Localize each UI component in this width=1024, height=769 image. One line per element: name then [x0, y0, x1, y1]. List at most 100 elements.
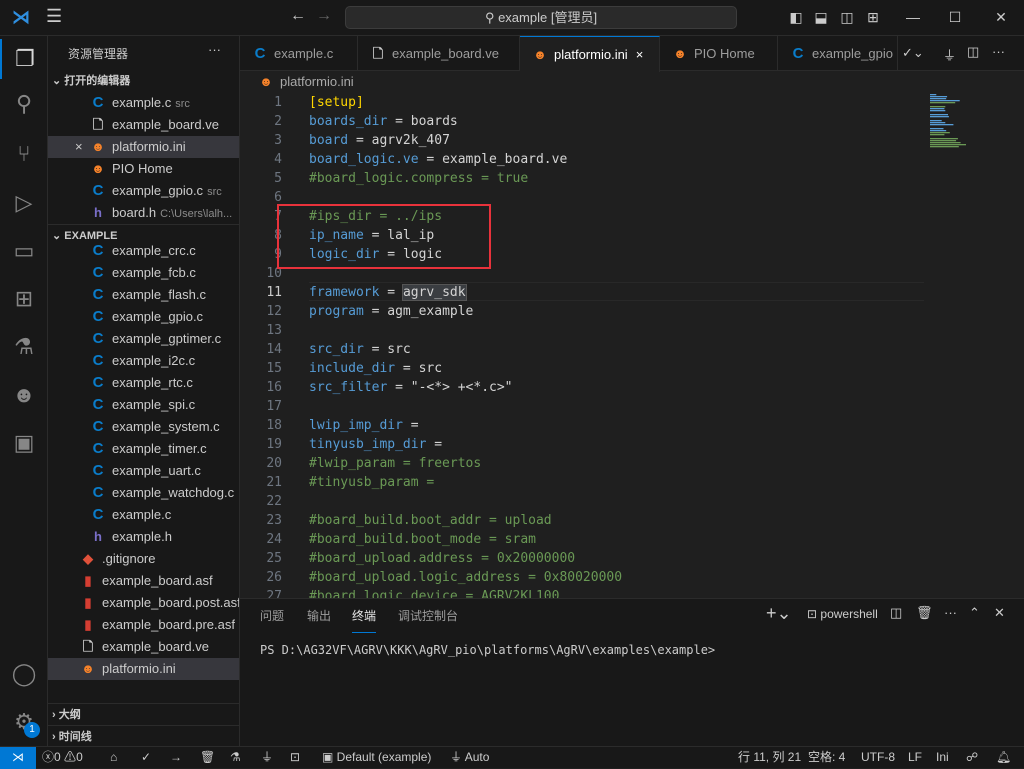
file-item[interactable]: ▮ example_board.pre.asf: [48, 614, 239, 636]
file-item[interactable]: Cexample.c: [48, 504, 239, 526]
customize-layout-icon[interactable]: ⊞: [864, 8, 882, 26]
notifications-bell-icon[interactable]: 🔔︎: [996, 747, 1011, 768]
chip-icon[interactable]: ▣: [0, 423, 48, 463]
timeline-header[interactable]: › 时间线: [48, 725, 239, 747]
forward-arrow-icon: →: [316, 7, 332, 24]
panel-tab[interactable]: 问题: [260, 607, 284, 633]
pio-build-icon[interactable]: ✓: [141, 747, 151, 768]
tab-example_board-ve[interactable]: 🗋︎ example_board.ve: [358, 36, 520, 71]
settings-gear-icon[interactable]: ⚙: [0, 702, 48, 742]
menu-icon[interactable]: ☰: [46, 6, 62, 27]
port-switcher[interactable]: ⏚ Auto: [450, 747, 489, 768]
project-env-switcher[interactable]: ▣ Default (example): [322, 747, 431, 768]
pio-serial-monitor-icon[interactable]: ⏚: [261, 747, 273, 768]
plug-icon[interactable]: ⏚: [943, 45, 956, 64]
tab-example-c[interactable]: Cexample.c: [240, 36, 358, 71]
equals: =: [387, 380, 411, 395]
terminal-shell[interactable]: ⊡ powershell: [807, 607, 878, 621]
encoding[interactable]: UTF-8: [861, 747, 895, 768]
panel-tab[interactable]: 终端: [352, 607, 377, 633]
tab-example_gpio[interactable]: Cexample_gpio: [778, 36, 898, 71]
remote-explorer-icon[interactable]: ▭: [0, 231, 48, 271]
minimap[interactable]: [928, 92, 1008, 598]
problems-indicator[interactable]: ⓧ0 ⚠0: [42, 747, 83, 768]
file-item[interactable]: Cexample.c src: [48, 92, 239, 114]
run-debug-icon[interactable]: ▷: [0, 183, 48, 223]
more-actions-button[interactable]: ···: [208, 42, 221, 57]
maximize-button[interactable]: ☐: [946, 8, 964, 26]
pio-upload-icon[interactable]: →: [170, 747, 182, 768]
extensions-icon[interactable]: ⊞: [0, 279, 48, 319]
panel-tab[interactable]: 输出: [307, 607, 331, 633]
back-arrow-icon[interactable]: ←: [290, 7, 306, 25]
file-item[interactable]: Cexample_gptimer.c: [48, 328, 239, 350]
file-item[interactable]: Cexample_i2c.c: [48, 350, 239, 372]
file-item[interactable]: ▮ example_board.asf: [48, 570, 239, 592]
close-window-button[interactable]: ✕: [992, 8, 1010, 26]
file-item[interactable]: Cexample_spi.c: [48, 394, 239, 416]
source-control-icon[interactable]: ⑂: [0, 134, 48, 174]
file-item[interactable]: Cexample_system.c: [48, 416, 239, 438]
split-editor-icon[interactable]: ◫: [967, 44, 979, 60]
platformio-icon[interactable]: ☻: [0, 375, 48, 415]
toggle-secondary-sidebar-icon[interactable]: ◫: [838, 8, 856, 26]
code-editor[interactable]: 1 [setup] 2 boards_dir = boards 3 board = agr…: [240, 92, 924, 598]
maximize-panel-icon[interactable]: ⌃: [969, 605, 980, 621]
close-panel-icon[interactable]: ✕: [994, 605, 1005, 621]
file-item[interactable]: × ☻ platformio.ini: [48, 136, 239, 158]
toggle-panel-icon[interactable]: ⬓: [812, 8, 830, 26]
more-icon[interactable]: ···: [944, 605, 957, 620]
file-item[interactable]: Cexample_rtc.c: [48, 372, 239, 394]
file-item[interactable]: Cexample_timer.c: [48, 438, 239, 460]
close-editor-icon[interactable]: ×: [75, 136, 83, 158]
end-of-line[interactable]: LF: [908, 747, 922, 768]
pio-home-icon[interactable]: ⌂: [110, 747, 117, 768]
outline-header[interactable]: › 大纲: [48, 703, 239, 725]
file-item[interactable]: Cexample_watchdog.c: [48, 482, 239, 504]
more-actions-icon[interactable]: ···: [992, 44, 1005, 59]
file-item[interactable]: 🗋︎ example_board.ve: [48, 636, 239, 658]
file-item[interactable]: ◆ .gitignore: [48, 548, 239, 570]
file-item[interactable]: ▮ example_board.post.asf: [48, 592, 239, 614]
file-item[interactable]: Cexample_crc.c: [48, 240, 239, 262]
file-item[interactable]: ☻ PIO Home: [48, 158, 239, 180]
pio-terminal-icon[interactable]: ⊡: [290, 747, 300, 768]
file-item[interactable]: h board.h C:\Users\lalh...: [48, 202, 239, 224]
search-icon[interactable]: ⚲: [0, 84, 48, 124]
open-editors-header[interactable]: ⌄ 打开的编辑器: [48, 70, 239, 92]
cursor-position[interactable]: 行 11, 列 21: [738, 747, 801, 768]
new-terminal-icon[interactable]: +⌄: [766, 603, 792, 624]
file-item[interactable]: 🗋︎ example_board.ve: [48, 114, 239, 136]
file-item[interactable]: Cexample_flash.c: [48, 284, 239, 306]
feedback-icon[interactable]: ☍: [966, 747, 978, 768]
equals: =: [402, 418, 427, 433]
indentation[interactable]: 空格: 4: [808, 747, 845, 768]
tab-platformio-ini[interactable]: ☻ platformio.ini ×: [520, 36, 660, 72]
remote-indicator-icon[interactable]: ⋊: [0, 747, 36, 769]
tab-pio-home[interactable]: ☻ PIO Home: [660, 36, 778, 71]
testing-icon[interactable]: ⚗: [0, 327, 48, 367]
file-file-icon: 🗋︎: [82, 639, 94, 654]
minimize-button[interactable]: —: [904, 8, 922, 26]
pio-clean-icon[interactable]: 🗑: [200, 747, 215, 768]
file-item[interactable]: ☻ platformio.ini: [48, 658, 239, 680]
file-item[interactable]: Cexample_uart.c: [48, 460, 239, 482]
file-item[interactable]: h example.h: [48, 526, 239, 548]
toggle-sidebar-icon[interactable]: ◧: [787, 8, 805, 26]
close-tab-icon[interactable]: ×: [636, 47, 644, 62]
language-mode[interactable]: Ini: [936, 747, 949, 768]
pio-test-icon[interactable]: ⚗: [230, 747, 241, 768]
file-item[interactable]: Cexample_gpio.c: [48, 306, 239, 328]
trash-icon[interactable]: 🗑: [916, 605, 933, 621]
file-item[interactable]: Cexample_gpio.c src: [48, 180, 239, 202]
account-icon[interactable]: ◯: [0, 654, 48, 694]
shell-label: powershell: [820, 607, 878, 621]
file-item[interactable]: Cexample_fcb.c: [48, 262, 239, 284]
panel-tab[interactable]: 调试控制台: [398, 607, 458, 633]
split-terminal-icon[interactable]: ◫: [890, 605, 902, 621]
command-center-search[interactable]: ⚲ example [管理员]: [345, 6, 737, 29]
terminal-prompt[interactable]: PS D:\AG32VF\AGRV\KKK\AgRV_pio\platforms…: [260, 643, 715, 657]
check-icon[interactable]: ✓⌄: [902, 45, 924, 61]
explorer-icon[interactable]: ❐: [0, 39, 48, 79]
breadcrumb[interactable]: ☻ platformio.ini: [240, 71, 354, 93]
